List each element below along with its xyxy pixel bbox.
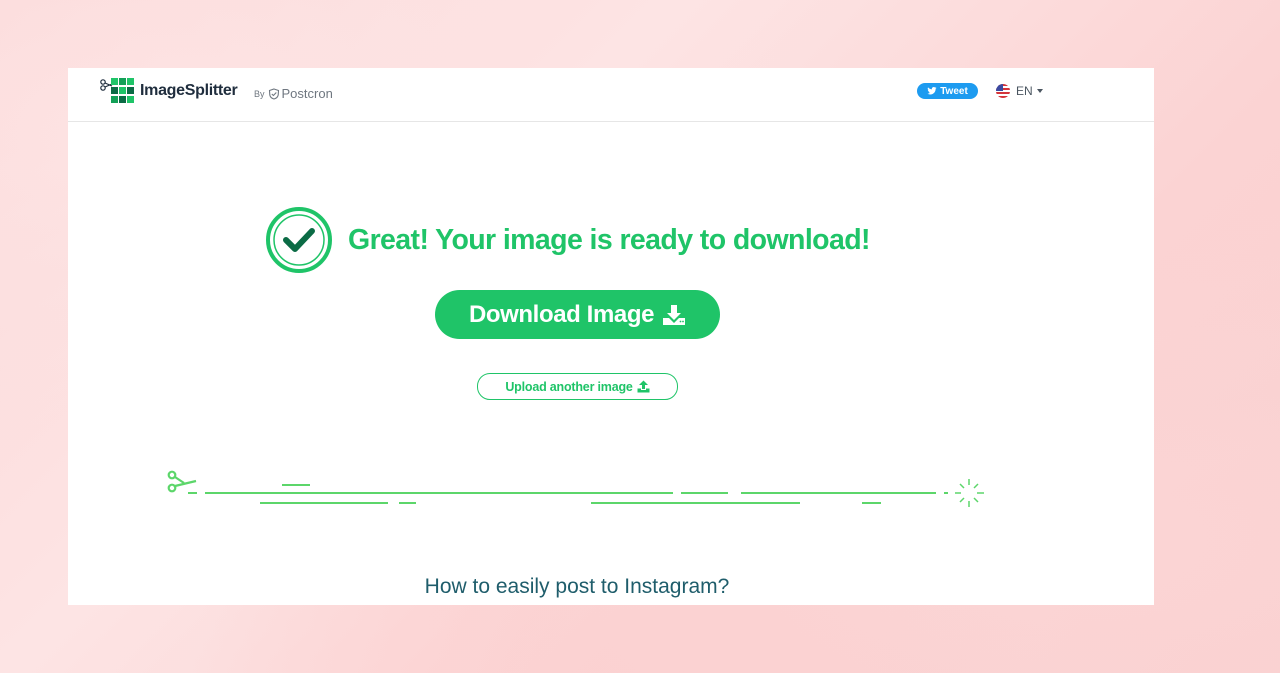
partner-name: Postcron	[281, 86, 333, 101]
upload-another-image-button[interactable]: Upload another image	[477, 373, 678, 400]
logo-link[interactable]: ImageSplitter	[100, 77, 238, 105]
check-circle-icon	[266, 207, 332, 273]
cut-line-divider	[167, 470, 984, 507]
grid-scissors-logo-icon	[100, 78, 134, 103]
tweet-button[interactable]: Tweet	[917, 83, 978, 99]
page-card: ImageSplitter By Postcron Tweet EN Great…	[68, 68, 1154, 605]
upload-label: Upload another image	[505, 379, 633, 394]
tweet-label: Tweet	[940, 85, 968, 97]
twitter-bird-icon	[927, 87, 937, 95]
language-label: EN	[1016, 84, 1033, 98]
scissors-icon	[167, 470, 197, 493]
success-headline: Great! Your image is ready to download!	[348, 223, 871, 256]
caret-down-icon	[1036, 89, 1043, 93]
brand-name: ImageSplitter	[140, 82, 238, 99]
download-icon	[663, 304, 686, 325]
by-label: By	[254, 88, 265, 99]
sparkle-icon	[955, 479, 984, 507]
upload-icon	[637, 380, 650, 393]
download-label: Download Image	[468, 300, 655, 328]
us-flag-icon	[996, 84, 1010, 98]
instagram-section-title: How to easily post to Instagram?	[424, 575, 730, 598]
download-image-button[interactable]: Download Image	[435, 290, 720, 339]
byline: By Postcron	[254, 86, 333, 101]
shield-check-icon	[268, 87, 279, 100]
header: ImageSplitter By Postcron Tweet EN	[68, 68, 1154, 122]
success-message: Great! Your image is ready to download!	[265, 206, 871, 274]
language-selector[interactable]: EN	[996, 84, 1043, 98]
